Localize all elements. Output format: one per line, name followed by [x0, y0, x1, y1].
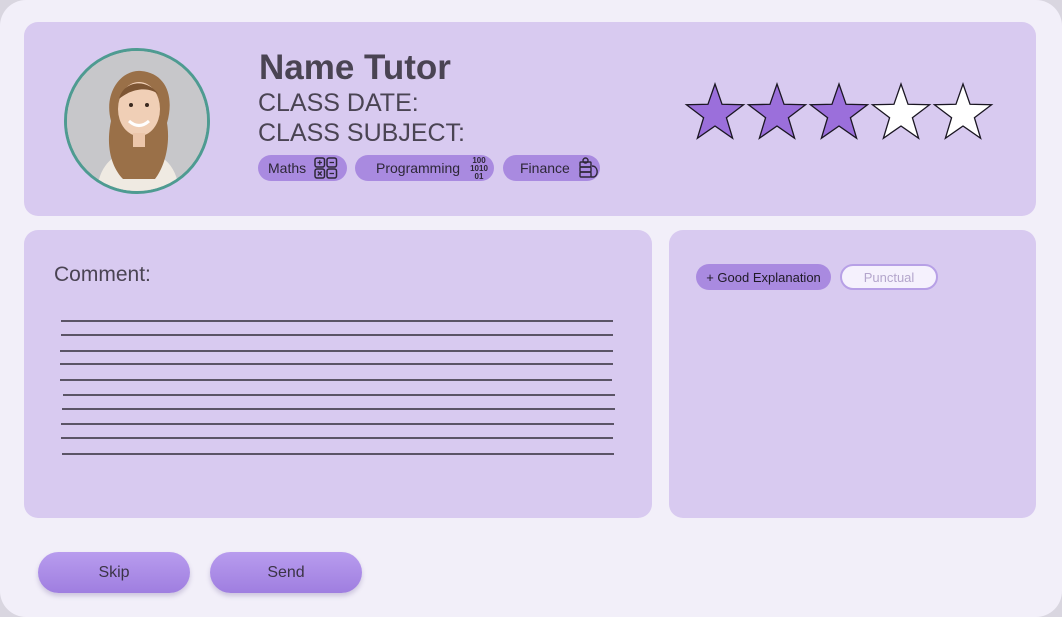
subject-chip-label: Maths	[268, 160, 307, 176]
star-empty-icon[interactable]	[870, 82, 932, 144]
binary-code-icon: 100 1010 01	[468, 156, 490, 180]
star-filled-icon[interactable]	[808, 82, 870, 144]
comment-line	[61, 320, 613, 322]
calculator-icon	[314, 157, 338, 179]
tutor-avatar	[64, 48, 210, 194]
comment-line	[60, 379, 612, 381]
subject-chip-label: Programming	[376, 160, 461, 176]
star-filled-icon[interactable]	[746, 82, 808, 144]
star-filled-icon[interactable]	[684, 82, 746, 144]
tag-good-explanation[interactable]: + Good Explanation	[696, 264, 831, 290]
subject-chip-programming: Programming 100 1010 01	[355, 155, 494, 181]
subject-chip-maths: Maths	[258, 155, 347, 181]
comment-line	[60, 363, 613, 365]
comment-line	[61, 423, 614, 425]
comment-line	[62, 453, 614, 455]
comment-line	[60, 350, 613, 352]
skip-button[interactable]: Skip	[38, 552, 190, 593]
comment-line	[62, 408, 615, 410]
star-rating[interactable]	[684, 82, 994, 144]
subject-chip-finance: Finance	[503, 155, 600, 181]
tag-punctual[interactable]: Punctual	[840, 264, 938, 290]
comment-line	[61, 437, 613, 439]
star-empty-icon[interactable]	[932, 82, 994, 144]
comment-line	[61, 334, 613, 336]
tutor-name: Name Tutor	[259, 48, 451, 87]
class-date-label: CLASS DATE:	[258, 89, 419, 117]
avatar-photo	[67, 51, 207, 191]
money-stack-icon	[578, 157, 600, 179]
subject-chip-label: Finance	[520, 160, 570, 176]
comment-line	[63, 394, 615, 396]
tutor-rating-screen: Name Tutor CLASS DATE: CLASS SUBJECT: Ma…	[0, 0, 1062, 617]
comment-label: Comment:	[54, 263, 151, 286]
class-subject-label: CLASS SUBJECT:	[258, 119, 466, 147]
send-button[interactable]: Send	[210, 552, 362, 593]
svg-text:01: 01	[475, 172, 484, 180]
